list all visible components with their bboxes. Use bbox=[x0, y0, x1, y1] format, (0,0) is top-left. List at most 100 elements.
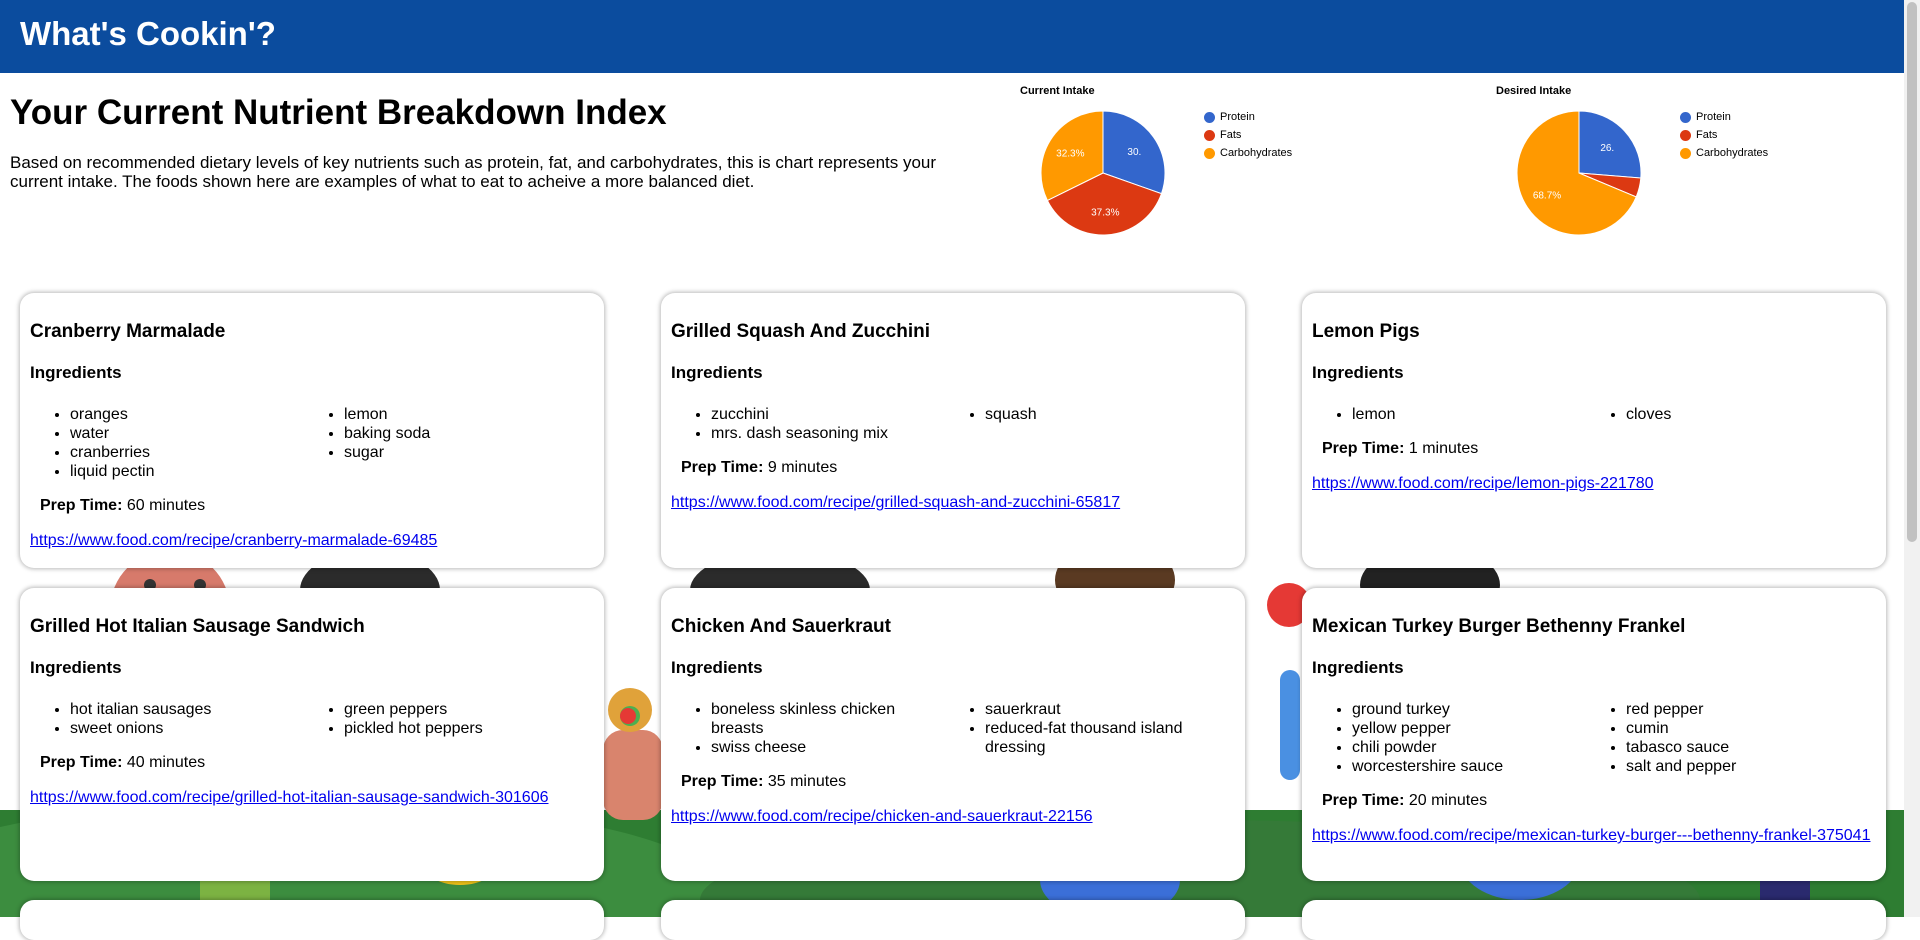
ingredient-item: pickled hot peppers bbox=[344, 719, 578, 738]
recipe-title: Cranberry Marmalade bbox=[30, 321, 226, 342]
legend-label: Protein bbox=[1220, 111, 1255, 123]
recipe-link[interactable]: https://www.food.com/recipe/cranberry-ma… bbox=[30, 531, 594, 550]
legend-item[interactable]: Fats bbox=[1204, 126, 1292, 144]
ingredient-list: lemonbaking sodasugar bbox=[304, 405, 578, 481]
ingredients-heading: Ingredients bbox=[1312, 658, 1404, 677]
prep-time-value: 1 minutes bbox=[1408, 440, 1479, 457]
ingredient-item: lemon bbox=[1352, 405, 1586, 424]
ingredient-item: baking soda bbox=[344, 424, 578, 443]
ingredient-item: mrs. dash seasoning mix bbox=[711, 424, 945, 443]
prep-time: Prep Time: 9 minutes bbox=[681, 459, 1245, 477]
ingredients-heading: Ingredients bbox=[30, 363, 122, 382]
legend-item[interactable]: Carbohydrates bbox=[1680, 144, 1768, 162]
page-scrollbar[interactable] bbox=[1904, 0, 1920, 917]
prep-time: Prep Time: 40 minutes bbox=[40, 754, 604, 772]
ingredient-item: oranges bbox=[70, 405, 304, 424]
legend-item[interactable]: Protein bbox=[1680, 108, 1768, 126]
ingredient-list: red peppercumintabasco saucesalt and pep… bbox=[1586, 700, 1860, 776]
ingredient-item: ground turkey bbox=[1352, 700, 1586, 719]
ingredient-columns: orangeswatercranberriesliquid pectinlemo… bbox=[30, 405, 594, 481]
legend-item[interactable]: Fats bbox=[1680, 126, 1768, 144]
legend-swatch bbox=[1680, 111, 1691, 123]
recipe-card-partial bbox=[661, 900, 1245, 940]
recipe-card-partial bbox=[20, 900, 604, 940]
ingredient-list: ground turkeyyellow pepperchili powderwo… bbox=[1312, 700, 1586, 776]
prep-time-label: Prep Time: bbox=[40, 754, 123, 771]
prep-time-label: Prep Time: bbox=[681, 459, 764, 476]
recipe-body: boneless skinless chicken breastsswiss c… bbox=[661, 700, 1245, 826]
recipe-link[interactable]: https://www.food.com/recipe/mexican-turk… bbox=[1312, 826, 1876, 845]
prep-time-label: Prep Time: bbox=[1322, 440, 1405, 457]
recipe-card: Cranberry Marmalade Ingredients orangeswat… bbox=[20, 293, 604, 568]
pie-data-label: 68.7% bbox=[1533, 190, 1561, 201]
ingredient-list: zucchinimrs. dash seasoning mix bbox=[671, 405, 945, 443]
recipe-link[interactable]: https://www.food.com/recipe/chicken-and-… bbox=[671, 807, 1235, 826]
prep-time-label: Prep Time: bbox=[40, 497, 123, 514]
recipe-body: zucchinimrs. dash seasoning mix squash Pre… bbox=[661, 405, 1245, 512]
ingredient-item: yellow pepper bbox=[1352, 719, 1586, 738]
recipe-card: Chicken And Sauerkraut Ingredients boneles… bbox=[661, 588, 1245, 881]
prep-time: Prep Time: 20 minutes bbox=[1322, 792, 1886, 810]
ingredient-item: red pepper bbox=[1626, 700, 1860, 719]
ingredients-heading: Ingredients bbox=[30, 658, 122, 677]
legend-label: Fats bbox=[1220, 129, 1242, 141]
pie-data-label: 32.3% bbox=[1056, 149, 1084, 160]
recipe-title: Chicken And Sauerkraut bbox=[671, 616, 891, 637]
ingredient-item: lemon bbox=[344, 405, 578, 424]
ingredient-item: hot italian sausages bbox=[70, 700, 304, 719]
prep-time-label: Prep Time: bbox=[681, 773, 764, 790]
recipe-link[interactable]: https://www.food.com/recipe/grilled-hot-… bbox=[30, 788, 594, 807]
prep-time-value: 35 minutes bbox=[767, 773, 847, 790]
legend-swatch bbox=[1680, 147, 1691, 159]
ingredient-list: sauerkrautreduced-fat thousand island dr… bbox=[945, 700, 1219, 757]
app-title: What's Cookin'? bbox=[20, 15, 276, 52]
ingredient-item: worcestershire sauce bbox=[1352, 757, 1586, 776]
recipe-link[interactable]: https://www.food.com/recipe/lemon-pigs-2… bbox=[1312, 474, 1876, 493]
recipe-body: ground turkeyyellow pepperchili powderwo… bbox=[1302, 700, 1886, 845]
legend-item[interactable]: Protein bbox=[1204, 108, 1292, 126]
pie-svg: 26. 68.7% bbox=[1516, 110, 1642, 236]
legend-label: Carbohydrates bbox=[1696, 147, 1769, 159]
ingredient-columns: ground turkeyyellow pepperchili powderwo… bbox=[1312, 700, 1876, 776]
legend-swatch bbox=[1204, 129, 1215, 141]
recipe-card-partial bbox=[1302, 900, 1886, 940]
ingredient-item: boneless skinless chicken breasts bbox=[711, 700, 945, 738]
ingredient-item: squash bbox=[985, 405, 1219, 424]
ingredient-item: reduced-fat thousand island dressing bbox=[985, 719, 1219, 757]
ingredient-item: green peppers bbox=[344, 700, 578, 719]
ingredient-item: chili powder bbox=[1352, 738, 1586, 757]
legend-label: Carbohydrates bbox=[1220, 147, 1293, 159]
ingredient-columns: lemon cloves bbox=[1312, 405, 1876, 424]
recipe-card: Grilled Hot Italian Sausage Sandwich Ingr… bbox=[20, 588, 604, 881]
current-intake-chart: Current Intake 30. 37.3% 32.3% Protein Fats… bbox=[1020, 82, 1440, 242]
chart-legend: Protein Fats Carbohydrates bbox=[1680, 108, 1768, 162]
legend-swatch bbox=[1680, 129, 1691, 141]
ingredient-item: cumin bbox=[1626, 719, 1860, 738]
recipe-card: Grilled Squash And Zucchini Ingredients zu… bbox=[661, 293, 1245, 568]
ingredients-heading: Ingredients bbox=[671, 658, 763, 677]
ingredient-list: hot italian sausagessweet onions bbox=[30, 700, 304, 738]
recipe-card: Lemon Pigs Ingredients lemon cloves Prep Tim… bbox=[1302, 293, 1886, 568]
legend-swatch bbox=[1204, 147, 1215, 159]
scrollbar-thumb[interactable] bbox=[1907, 2, 1917, 542]
recipe-link[interactable]: https://www.food.com/recipe/grilled-squa… bbox=[671, 493, 1235, 512]
ingredients-heading: Ingredients bbox=[671, 363, 763, 382]
ingredient-item: sauerkraut bbox=[985, 700, 1219, 719]
legend-item[interactable]: Carbohydrates bbox=[1204, 144, 1292, 162]
prep-time-value: 20 minutes bbox=[1408, 792, 1488, 809]
ingredient-item: sugar bbox=[344, 443, 578, 462]
recipe-title: Grilled Squash And Zucchini bbox=[671, 321, 930, 342]
recipe-body: orangeswatercranberriesliquid pectinlemo… bbox=[20, 405, 604, 550]
ingredient-item: tabasco sauce bbox=[1626, 738, 1860, 757]
ingredients-heading: Ingredients bbox=[1312, 363, 1404, 382]
ingredient-list: lemon bbox=[1312, 405, 1586, 424]
pie-data-label: 30. bbox=[1127, 147, 1141, 158]
ingredient-list: cloves bbox=[1586, 405, 1860, 424]
ingredient-item: salt and pepper bbox=[1626, 757, 1860, 776]
page-title: Your Current Nutrient Breakdown Index bbox=[10, 93, 667, 132]
prep-time: Prep Time: 1 minutes bbox=[1322, 440, 1886, 458]
recipe-title: Grilled Hot Italian Sausage Sandwich bbox=[30, 616, 365, 637]
prep-time-label: Prep Time: bbox=[1322, 792, 1405, 809]
recipe-body: hot italian sausagessweet onions green pe… bbox=[20, 700, 604, 807]
chart-legend: Protein Fats Carbohydrates bbox=[1204, 108, 1292, 162]
